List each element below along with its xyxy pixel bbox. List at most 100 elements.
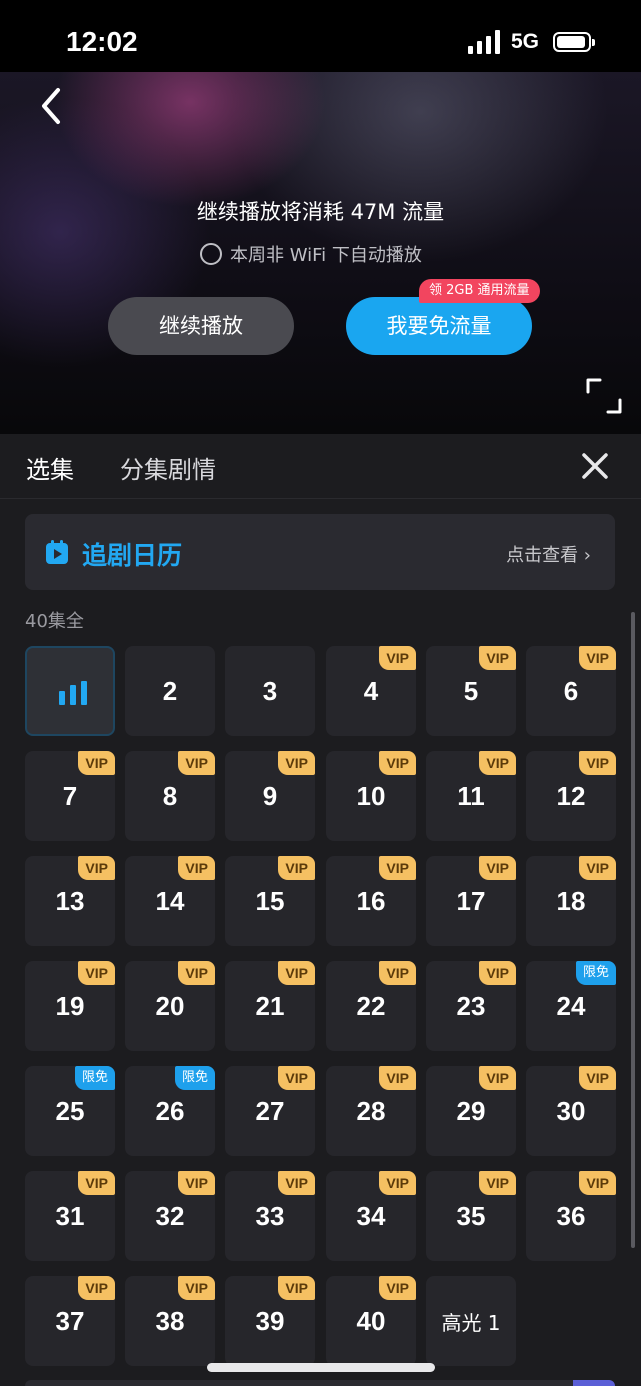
episode-cell[interactable]: 37 VIP [25, 1276, 115, 1366]
episode-cell[interactable]: 14 VIP [125, 856, 215, 946]
promo-badge: 领 2GB 通用流量 [419, 279, 540, 303]
episode-cell[interactable]: 19 VIP [25, 961, 115, 1051]
vip-badge: VIP [479, 751, 516, 775]
episode-cell[interactable]: 18 VIP [526, 856, 616, 946]
episode-cell[interactable]: 39 VIP [225, 1276, 315, 1366]
vip-badge: VIP [278, 856, 315, 880]
episode-cell[interactable]: 28 VIP [326, 1066, 416, 1156]
fullscreen-icon[interactable] [586, 378, 622, 414]
vip-badge: VIP [379, 1276, 416, 1300]
vip-badge: VIP [78, 751, 115, 775]
episode-cell[interactable]: 17 VIP [426, 856, 516, 946]
limited-free-badge: 限免 [74, 1066, 115, 1090]
continue-play-button[interactable]: 继续播放 [108, 297, 294, 355]
tab-episodes[interactable]: 选集 [26, 450, 74, 485]
signal-icon [468, 30, 504, 54]
data-usage-notice: 继续播放将消耗 47M 流量 [196, 200, 445, 224]
vip-badge: VIP [479, 1066, 516, 1090]
vip-badge: VIP [78, 961, 115, 985]
episode-cell[interactable]: 15 VIP [225, 856, 315, 946]
vip-badge: VIP [479, 646, 516, 670]
episode-cell[interactable]: 2 [125, 646, 215, 736]
vip-badge: VIP [78, 1276, 115, 1300]
episode-cell[interactable]: 7 VIP [25, 751, 115, 841]
limited-free-badge: 限免 [174, 1066, 215, 1090]
vip-badge: VIP [479, 961, 516, 985]
vip-badge: VIP [479, 1171, 516, 1195]
calendar-play-icon [46, 540, 68, 564]
episode-cell[interactable]: 高光 1 [426, 1276, 516, 1366]
bottom-panel-edge [25, 1380, 615, 1386]
episode-cell[interactable]: 32 VIP [125, 1171, 215, 1261]
free-data-button[interactable]: 我要免流量 [346, 297, 532, 355]
autoplay-option[interactable]: 本周非 WiFi 下自动播放 [200, 240, 422, 268]
episode-cell[interactable]: 6 VIP [526, 646, 616, 736]
vip-badge: VIP [278, 1171, 315, 1195]
vip-badge: VIP [579, 646, 616, 670]
episode-cell[interactable]: 22 VIP [326, 961, 416, 1051]
limited-free-badge: 限免 [575, 961, 616, 985]
episode-cell[interactable]: 34 VIP [326, 1171, 416, 1261]
episode-cell[interactable]: 12 VIP [526, 751, 616, 841]
autoplay-label: 本周非 WiFi 下自动播放 [230, 245, 422, 266]
vip-badge: VIP [178, 1276, 215, 1300]
episode-cell[interactable]: 10 VIP [326, 751, 416, 841]
episode-cell[interactable]: 40 VIP [326, 1276, 416, 1366]
status-bar: 12:02 5G [0, 0, 641, 72]
vip-badge: VIP [379, 961, 416, 985]
close-icon[interactable] [580, 451, 610, 481]
episode-cell[interactable]: 31 VIP [25, 1171, 115, 1261]
episode-cell[interactable]: 36 VIP [526, 1171, 616, 1261]
vip-badge: VIP [379, 1171, 416, 1195]
episode-cell[interactable]: 24 限免 [526, 961, 616, 1051]
episode-cell[interactable]: 29 VIP [426, 1066, 516, 1156]
episode-cell[interactable]: 35 VIP [426, 1171, 516, 1261]
radio-unchecked-icon[interactable] [200, 243, 222, 265]
episode-cell[interactable]: 23 VIP [426, 961, 516, 1051]
home-indicator[interactable] [207, 1363, 435, 1372]
vip-badge: VIP [379, 856, 416, 880]
episode-cell[interactable]: 11 VIP [426, 751, 516, 841]
vip-badge: VIP [379, 751, 416, 775]
episode-cell[interactable]: 8 VIP [125, 751, 215, 841]
episode-cell[interactable]: 20 VIP [125, 961, 215, 1051]
vip-badge: VIP [178, 1171, 215, 1195]
vip-badge: VIP [278, 751, 315, 775]
calendar-view-link[interactable]: 点击查看 › [506, 541, 591, 567]
vip-badge: VIP [78, 1171, 115, 1195]
episode-cell[interactable]: 4 VIP [326, 646, 416, 736]
episode-number: 3 [262, 675, 278, 706]
vip-badge: VIP [178, 751, 215, 775]
chevron-left-icon[interactable] [36, 86, 66, 126]
scrollbar[interactable] [631, 612, 635, 1248]
vip-badge: VIP [178, 961, 215, 985]
episode-cell[interactable]: 9 VIP [225, 751, 315, 841]
episode-cell[interactable]: 5 VIP [426, 646, 516, 736]
episode-number: 2 [162, 675, 178, 706]
episode-panel-tabs: 选集 分集剧情 [0, 434, 641, 499]
episode-cell[interactable]: 13 VIP [25, 856, 115, 946]
tab-episode-plot[interactable]: 分集剧情 [120, 450, 216, 485]
vip-badge: VIP [78, 856, 115, 880]
vip-badge: VIP [479, 856, 516, 880]
battery-icon [553, 32, 595, 52]
vip-badge: VIP [278, 1066, 315, 1090]
episode-cell[interactable]: 16 VIP [326, 856, 416, 946]
episode-cell[interactable]: 25 限免 [25, 1066, 115, 1156]
episode-cell[interactable]: 30 VIP [526, 1066, 616, 1156]
vip-badge: VIP [579, 1171, 616, 1195]
video-player[interactable]: 继续播放将消耗 47M 流量 本周非 WiFi 下自动播放 继续播放 我要免流量… [0, 72, 641, 434]
episode-cell[interactable]: 3 [225, 646, 315, 736]
episode-cell[interactable]: 33 VIP [225, 1171, 315, 1261]
episode-cell[interactable]: 27 VIP [225, 1066, 315, 1156]
drama-calendar-banner[interactable]: 追剧日历 点击查看 › [25, 514, 615, 590]
episode-cell-playing[interactable] [25, 646, 115, 736]
episode-cell[interactable]: 21 VIP [225, 961, 315, 1051]
vip-badge: VIP [579, 751, 616, 775]
playing-bars-icon [59, 681, 87, 705]
episode-number: 高光 1 [441, 1310, 501, 1335]
network-type: 5G [511, 30, 540, 53]
status-time: 12:02 [66, 26, 138, 57]
episode-cell[interactable]: 38 VIP [125, 1276, 215, 1366]
episode-cell[interactable]: 26 限免 [125, 1066, 215, 1156]
